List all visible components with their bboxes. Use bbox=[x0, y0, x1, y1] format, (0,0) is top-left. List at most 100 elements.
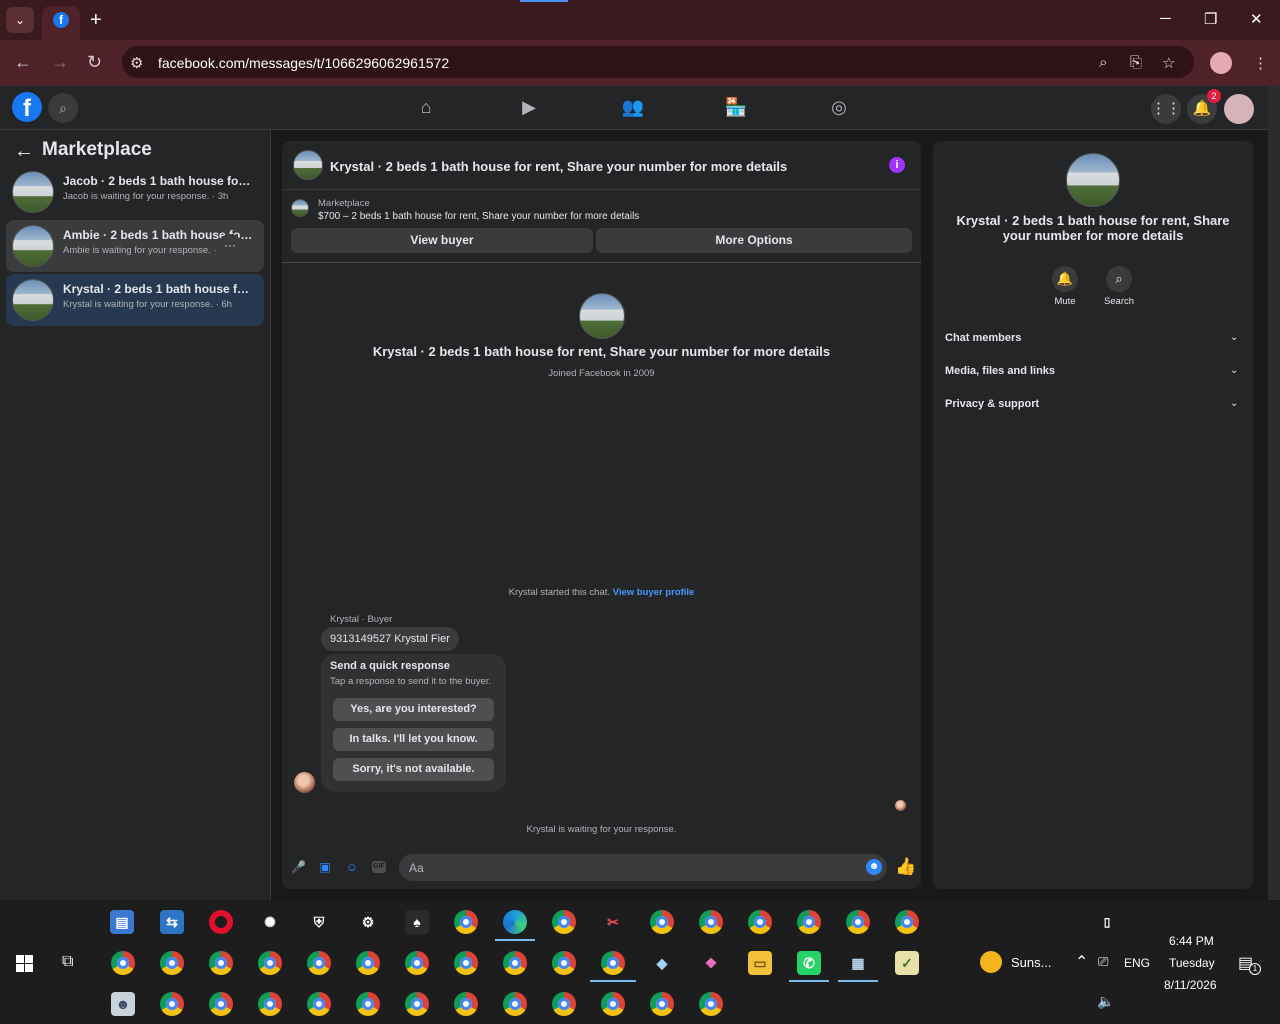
chrome-profile-icon[interactable] bbox=[552, 951, 576, 975]
chrome-profile-icon[interactable] bbox=[895, 910, 919, 934]
mute-label[interactable]: Mute bbox=[1035, 296, 1095, 307]
message-bubble[interactable]: 9313149527 Krystal Fier bbox=[321, 627, 459, 651]
conversation-item-active[interactable]: Krystal · 2 beds 1 bath house for re... … bbox=[6, 274, 264, 326]
weather-text[interactable]: Suns... bbox=[1011, 955, 1051, 970]
chrome-profile-icon[interactable] bbox=[846, 910, 870, 934]
home-icon[interactable]: ⌂ bbox=[414, 97, 438, 119]
sticker-icon[interactable]: ☺ bbox=[345, 860, 359, 874]
groups-icon[interactable]: ◎ bbox=[827, 97, 851, 119]
chrome-profile-icon[interactable] bbox=[552, 992, 576, 1016]
more-options-icon[interactable]: ··· bbox=[218, 234, 242, 258]
chevron-down-icon[interactable]: ⌄ bbox=[1230, 365, 1238, 376]
clock-date[interactable]: 8/11/2026 bbox=[1164, 978, 1217, 992]
page-scrollbar[interactable] bbox=[1268, 86, 1280, 900]
chrome-profile-icon[interactable] bbox=[258, 992, 282, 1016]
chevron-down-icon[interactable]: ⌄ bbox=[1230, 332, 1238, 343]
store-icon[interactable]: ▤ bbox=[110, 910, 134, 934]
chat-header-avatar[interactable] bbox=[293, 150, 323, 180]
emoji-icon[interactable]: ☻ bbox=[866, 859, 882, 875]
language-indicator[interactable]: ENG bbox=[1124, 956, 1150, 970]
install-app-icon[interactable]: ⎘ bbox=[1130, 54, 1142, 71]
opera-icon[interactable] bbox=[209, 910, 233, 934]
chrome-profile-icon[interactable] bbox=[650, 992, 674, 1016]
chrome-profile-icon[interactable] bbox=[209, 992, 233, 1016]
file-explorer-icon[interactable]: ▭ bbox=[748, 951, 772, 975]
search-label[interactable]: Search bbox=[1089, 296, 1149, 307]
chrome-profile-icon[interactable] bbox=[503, 951, 527, 975]
chrome-profile-icon[interactable] bbox=[258, 951, 282, 975]
tray-device-icon[interactable]: ▯ bbox=[1095, 910, 1119, 934]
chrome-profile-icon[interactable] bbox=[209, 951, 233, 975]
quick-response-button[interactable]: In talks. I'll let you know. bbox=[333, 728, 494, 751]
url-text[interactable]: facebook.com/messages/t/1066296062961572 bbox=[158, 55, 449, 71]
account-avatar[interactable] bbox=[1224, 94, 1254, 124]
message-input[interactable] bbox=[409, 859, 849, 876]
chevron-down-icon[interactable]: ⌄ bbox=[1230, 398, 1238, 409]
chrome-profile-icon[interactable] bbox=[160, 992, 184, 1016]
view-buyer-profile-link[interactable]: View buyer profile bbox=[613, 587, 695, 598]
marketplace-icon[interactable]: 🏪 bbox=[724, 97, 748, 119]
listing-thumbnail[interactable] bbox=[291, 199, 309, 217]
chrome-profile-icon[interactable] bbox=[748, 910, 772, 934]
chrome-profile-icon[interactable] bbox=[111, 951, 135, 975]
site-info-icon[interactable]: ⚙ bbox=[130, 54, 143, 72]
menu-grid-icon[interactable]: ⋮⋮ bbox=[1151, 94, 1181, 124]
remote-desktop-icon[interactable]: ⇆ bbox=[160, 910, 184, 934]
clock-day[interactable]: Tuesday bbox=[1169, 956, 1215, 970]
minimize-button[interactable]: ─ bbox=[1160, 10, 1171, 27]
chrome-icon[interactable] bbox=[454, 910, 478, 934]
chrome-profile-icon-active[interactable] bbox=[601, 951, 625, 975]
mute-bell-icon[interactable]: 🔔 bbox=[1052, 266, 1078, 292]
chrome-profile-icon[interactable] bbox=[356, 951, 380, 975]
browser-menu-icon[interactable]: ⋮ bbox=[1253, 54, 1268, 72]
more-options-button[interactable]: More Options bbox=[596, 228, 912, 253]
tab-search-dropdown[interactable]: ⌄ bbox=[6, 7, 34, 33]
gif-icon[interactable]: GIF bbox=[372, 861, 386, 873]
task-manager-icon[interactable]: ✓ bbox=[895, 951, 919, 975]
friends-icon[interactable]: 👥 bbox=[621, 97, 645, 119]
copilot-icon[interactable]: ❖ bbox=[699, 951, 723, 975]
reload-icon[interactable]: ↻ bbox=[87, 52, 102, 73]
snipping-tool-icon[interactable]: ✂ bbox=[601, 910, 625, 934]
like-thumb-icon[interactable]: 👍 bbox=[895, 857, 916, 877]
photos-app-icon[interactable]: ▦ bbox=[846, 951, 870, 975]
volume-icon[interactable]: 🔈 bbox=[1097, 993, 1114, 1010]
clock-time[interactable]: 6:44 PM bbox=[1169, 934, 1214, 948]
photo-icon[interactable]: ▣ bbox=[318, 860, 332, 874]
bookmark-star-icon[interactable]: ☆ bbox=[1162, 54, 1175, 72]
chrome-profile-icon[interactable] bbox=[454, 992, 478, 1016]
chrome-profile-icon[interactable] bbox=[160, 951, 184, 975]
chrome-profile-icon[interactable] bbox=[650, 910, 674, 934]
quick-response-button[interactable]: Yes, are you interested? bbox=[333, 698, 494, 721]
conversation-item[interactable]: Jacob · 2 beds 1 bath house for ren... J… bbox=[6, 166, 264, 218]
listing-price-title[interactable]: $700 – 2 beds 1 bath house for rent, Sha… bbox=[318, 211, 639, 222]
browser-profile-avatar[interactable] bbox=[1210, 52, 1232, 74]
security-shield-icon[interactable]: ⛨ bbox=[307, 910, 331, 934]
conversation-item[interactable]: Ambie · 2 beds 1 bath house for re... Am… bbox=[6, 220, 264, 272]
contacts-app-icon[interactable]: ☻ bbox=[111, 992, 135, 1016]
restore-button[interactable]: ❐ bbox=[1204, 10, 1217, 28]
windows-start-icon[interactable] bbox=[16, 955, 33, 972]
chrome-profile-icon[interactable] bbox=[699, 992, 723, 1016]
back-icon[interactable]: ← bbox=[14, 52, 32, 73]
video-icon[interactable]: ▶ bbox=[517, 97, 541, 119]
chat-header-title[interactable]: Krystal · 2 beds 1 bath house for rent, … bbox=[330, 159, 787, 174]
network-icon[interactable]: ⎚ bbox=[1098, 954, 1108, 970]
tray-overflow-arrow-icon[interactable]: ⌃ bbox=[1075, 952, 1088, 972]
chat-members-section[interactable]: Chat members bbox=[945, 332, 1021, 344]
chrome-profile-icon[interactable] bbox=[699, 910, 723, 934]
view-buyer-button[interactable]: View buyer bbox=[291, 228, 593, 253]
zoom-icon[interactable]: ⌕ bbox=[1099, 54, 1107, 71]
chrome-profile-icon[interactable] bbox=[307, 951, 331, 975]
chrome-profile-icon[interactable] bbox=[454, 951, 478, 975]
edge-icon[interactable] bbox=[503, 910, 527, 934]
task-view-icon[interactable]: ⧉ bbox=[62, 953, 73, 971]
chrome-profile-icon[interactable] bbox=[307, 992, 331, 1016]
new-tab-button[interactable]: + bbox=[90, 10, 102, 30]
chrome-profile-icon[interactable] bbox=[503, 992, 527, 1016]
whatsapp-icon[interactable]: ✆ bbox=[797, 951, 821, 975]
settings-gear-icon[interactable]: ⚙ bbox=[356, 910, 380, 934]
chrome-profile-icon[interactable] bbox=[405, 992, 429, 1016]
microphone-icon[interactable]: 🎤 bbox=[291, 860, 306, 874]
message-composer[interactable] bbox=[399, 854, 887, 881]
